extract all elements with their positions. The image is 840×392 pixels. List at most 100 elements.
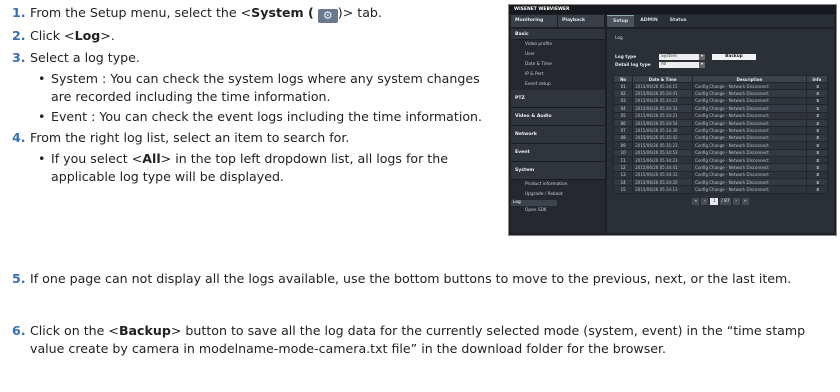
info-icon[interactable]: ⌹ — [805, 178, 829, 187]
sidebar-network[interactable]: Network — [511, 126, 605, 144]
info-icon[interactable]: ⌹ — [805, 104, 829, 113]
page-number[interactable]: 1 — [710, 197, 719, 205]
setup-tab[interactable]: Setup — [607, 15, 635, 27]
info-icon[interactable]: ⌹ — [805, 185, 829, 194]
step-2-post: >. — [100, 28, 115, 43]
sidebar-item-open-sdk[interactable]: Open SDK — [511, 206, 605, 216]
table-row[interactable]: 12 2015/06/26 05:34:41 Config Change - Net… — [612, 163, 829, 172]
sidebar-video-audio[interactable]: Video & Audio — [511, 108, 605, 126]
step-text: Select a log type. — [30, 49, 140, 65]
log-type-select[interactable]: System ▾ — [659, 54, 705, 60]
sidebar-item-ip-port[interactable]: IP & Port — [511, 70, 605, 80]
sidebar-item-user[interactable]: User — [511, 50, 605, 60]
bullet-dot: • — [38, 109, 46, 124]
table-row[interactable]: 09 2015/06/26 05:35:23 Config Change - Net… — [612, 141, 829, 150]
row-date-time: 2015/06/26 05:34:30 — [632, 126, 694, 135]
step-5: 5. If one page can not display all the l… — [12, 270, 838, 288]
detail-type-row: Detail log type All ▾ — [615, 61, 828, 69]
row-description: Config Change - Network Disconnect — [692, 126, 807, 135]
row-date-time: 2015/06/26 05:34:15 — [632, 81, 694, 91]
row-date-time: 2015/06/26 05:34:33 — [632, 170, 694, 180]
prev-page-button[interactable]: ‹ — [701, 197, 709, 205]
info-icon[interactable]: ⌹ — [805, 155, 829, 165]
info-icon[interactable]: ⌹ — [805, 126, 829, 135]
status-tab[interactable]: Status — [664, 15, 693, 27]
sidebar: Basic Video profile User Date & Time IP … — [511, 29, 605, 233]
table-row[interactable]: 01 2015/06/26 05:34:15 Config Change - Net… — [612, 81, 829, 91]
info-icon[interactable]: ⌹ — [805, 89, 829, 98]
webviewer-screenshot: WISENET WEBVIEWER Monitoring Playback Se… — [508, 4, 837, 236]
backup-bold: Backup — [118, 323, 171, 338]
info-icon[interactable]: ⌹ — [805, 170, 829, 180]
info-icon[interactable]: ⌹ — [805, 133, 829, 143]
row-no: 02 — [612, 89, 634, 98]
step-3: 3. Select a log type. — [12, 49, 502, 67]
info-icon[interactable]: ⌹ — [805, 81, 829, 91]
col-info: Info — [805, 75, 829, 83]
table-row[interactable]: 07 2015/06/26 05:34:30 Config Change - Net… — [612, 126, 829, 135]
step-6: 6. Click on the <Backup> button to save … — [12, 322, 838, 357]
page-title: Log — [615, 36, 623, 41]
monitoring-tab[interactable]: Monitoring — [511, 15, 557, 27]
sidebar-basic[interactable]: Basic — [511, 29, 605, 40]
sidebar-item-date-time[interactable]: Date & Time — [511, 60, 605, 70]
row-description: Config Change - Network Disconnect — [692, 148, 807, 157]
backup-button[interactable]: Backup — [712, 54, 756, 60]
info-icon[interactable]: ⌹ — [805, 96, 829, 106]
sidebar-item-product-info[interactable]: Product information — [511, 180, 605, 190]
table-row[interactable]: 04 2015/06/26 05:34:33 Config Change - Net… — [612, 104, 829, 113]
row-no: 08 — [612, 133, 634, 143]
table-row[interactable]: 11 2015/06/26 05:34:23 Config Change - Net… — [612, 155, 829, 165]
log-bold: Log — [74, 28, 101, 43]
playback-tab[interactable]: Playback — [558, 15, 604, 27]
table-row[interactable]: 10 2015/06/26 05:34:53 Config Change - Net… — [612, 148, 829, 157]
row-date-time: 2015/06/26 05:35:23 — [632, 141, 694, 150]
table-row[interactable]: 15 2015/06/26 05:34:13 Config Change - Net… — [612, 185, 829, 194]
step-text: Click on the <Backup> button to save all… — [30, 322, 838, 357]
step-1-post: )> tab. — [337, 5, 382, 20]
next-page-button[interactable]: › — [732, 197, 740, 205]
step-number: 2. — [12, 28, 26, 43]
row-date-time: 2015/06/26 05:34:41 — [632, 89, 694, 98]
col-date-time: Date & Time — [632, 75, 694, 83]
row-date-time: 2015/06/26 05:34:23 — [632, 96, 694, 106]
table-row[interactable]: 02 2015/06/26 05:34:41 Config Change - Net… — [612, 89, 829, 98]
col-description: Description — [692, 75, 807, 83]
info-icon[interactable]: ⌹ — [805, 141, 829, 150]
table-row[interactable]: 06 2015/06/26 05:34:54 Config Change - Net… — [612, 118, 829, 128]
sidebar-system[interactable]: System — [511, 162, 605, 180]
step-6-pre: Click on the < — [30, 323, 119, 338]
table-row[interactable]: 13 2015/06/26 05:34:33 Config Change - Net… — [612, 170, 829, 180]
detail-type-value: All — [661, 62, 667, 67]
page-total: / 87 — [720, 197, 731, 205]
table-row[interactable]: 05 2015/06/26 05:34:21 Config Change - Net… — [612, 111, 829, 120]
bullet-system: • System : You can check the system logs… — [38, 70, 502, 105]
admin-tab[interactable]: ADMIN — [634, 15, 664, 27]
sidebar-item-event-setup[interactable]: Event setup — [511, 80, 605, 90]
col-no: No — [612, 75, 634, 83]
bullet-all-pre: If you select < — [51, 151, 143, 166]
sidebar-ptz[interactable]: PTZ — [511, 90, 605, 108]
log-table: No Date & Time Description Info 01 2015/0… — [612, 75, 829, 194]
info-icon[interactable]: ⌹ — [805, 111, 829, 120]
table-row[interactable]: 14 2015/06/26 05:34:20 Config Change - Net… — [612, 178, 829, 187]
row-no: 09 — [612, 141, 634, 150]
row-no: 07 — [612, 126, 634, 135]
first-page-button[interactable]: « — [692, 197, 700, 205]
sidebar-event[interactable]: Event — [511, 144, 605, 162]
info-icon[interactable]: ⌹ — [805, 163, 829, 172]
sidebar-item-video-profile[interactable]: Video profile — [511, 40, 605, 50]
row-date-time: 2015/06/26 05:34:53 — [632, 148, 694, 157]
sidebar-item-upgrade[interactable]: Upgrade / Reboot — [511, 190, 605, 200]
bullet-text: If you select <All> in the top left drop… — [51, 150, 502, 185]
step-text: If one page can not display all the logs… — [30, 271, 792, 286]
log-type-label: Log type — [615, 54, 637, 60]
step-number: 5. — [12, 271, 26, 286]
info-icon[interactable]: ⌹ — [805, 148, 829, 157]
bullet-text: Event : You can check the event logs inc… — [51, 109, 483, 124]
detail-type-select[interactable]: All ▾ — [659, 62, 705, 68]
table-row[interactable]: 08 2015/06/26 05:35:42 Config Change - Net… — [612, 133, 829, 143]
info-icon[interactable]: ⌹ — [805, 118, 829, 128]
last-page-button[interactable]: » — [741, 197, 749, 205]
table-row[interactable]: 03 2015/06/26 05:34:23 Config Change - Net… — [612, 96, 829, 106]
